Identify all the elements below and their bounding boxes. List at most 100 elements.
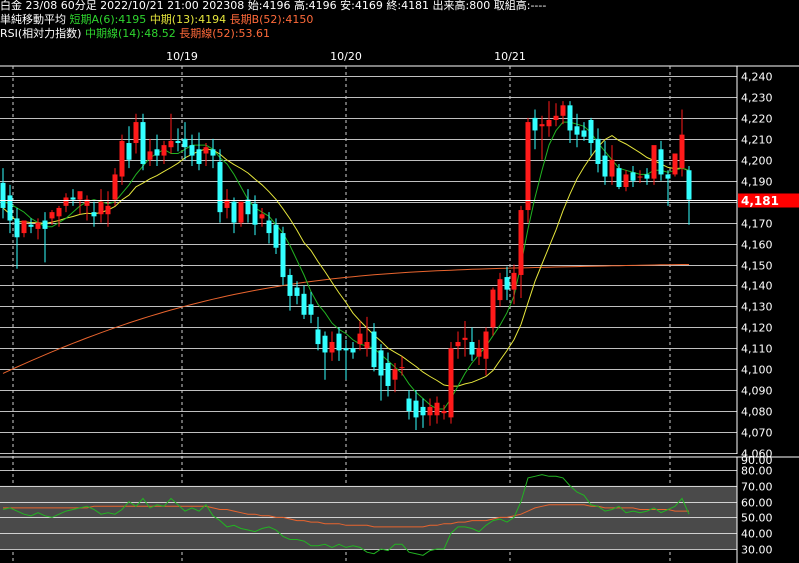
rsi-tick-label: 40.00 xyxy=(741,528,773,541)
candle-body-down xyxy=(343,348,349,351)
candle-body-up xyxy=(98,201,104,215)
candle-body-down xyxy=(266,220,272,234)
date-tick-label: 10/21 xyxy=(494,50,526,63)
candle-body-down xyxy=(595,138,601,164)
candle-body-up xyxy=(434,402,440,416)
candle-body-up xyxy=(448,348,454,418)
candle-body-down xyxy=(420,406,426,416)
candle-body-down xyxy=(588,119,594,144)
candle-body-up xyxy=(238,201,244,223)
candle-body-down xyxy=(140,122,146,164)
candle-body-up xyxy=(476,348,482,357)
candle-body-down xyxy=(182,138,188,148)
candle-body-down xyxy=(532,117,538,131)
candle-body-up xyxy=(651,145,657,179)
candle-body-up xyxy=(49,212,55,219)
candle-body-down xyxy=(350,348,356,353)
candle-body-down xyxy=(287,274,293,296)
candle-body-up xyxy=(399,367,405,369)
candle-body-up xyxy=(525,122,531,211)
candle-body-down xyxy=(7,195,13,221)
candle-body-up xyxy=(483,331,489,359)
price-tick-label: 4,120 xyxy=(741,322,773,335)
candle-body-down xyxy=(210,149,216,156)
candle-body-down xyxy=(336,333,342,351)
candle-body-up xyxy=(511,272,517,290)
candle-body-down xyxy=(469,341,475,355)
candle-body-down xyxy=(196,149,202,164)
price-tick-label: 4,110 xyxy=(741,343,773,356)
candle-body-down xyxy=(175,140,181,144)
candle-body-down xyxy=(322,335,328,353)
candle-body-up xyxy=(203,147,209,154)
candle-body-down xyxy=(301,293,307,315)
candle-body-down xyxy=(686,170,692,200)
candle-body-down xyxy=(567,105,573,131)
candle-body-up xyxy=(609,159,615,177)
chart-canvas[interactable]: 4,0604,0704,0804,0904,1004,1104,1204,130… xyxy=(0,0,799,563)
candle-body-down xyxy=(273,224,279,248)
rsi-tick-label: 60.00 xyxy=(741,497,773,510)
candle-body-up xyxy=(623,174,629,188)
price-tick-label: 4,230 xyxy=(741,92,773,105)
candle-body-up xyxy=(497,279,503,301)
candle-body-up xyxy=(672,153,678,175)
candle-body-down xyxy=(308,304,314,315)
candle-body-up xyxy=(77,191,83,200)
candle-body-up xyxy=(427,406,433,416)
price-tick-label: 4,190 xyxy=(741,176,773,189)
price-tick-label: 4,200 xyxy=(741,155,773,168)
candle-body-down xyxy=(581,130,587,137)
candle-body-down xyxy=(42,220,48,229)
rsi-tick-label: 50.00 xyxy=(741,512,773,525)
price-tick-label: 4,100 xyxy=(741,364,773,377)
candle-body-down xyxy=(0,182,6,208)
price-tick-label: 4,130 xyxy=(741,301,773,314)
candle-body-down xyxy=(665,174,671,179)
rsi-tick-label: 30.00 xyxy=(741,544,773,557)
candle-body-down xyxy=(70,197,76,200)
candle-body-down xyxy=(231,201,237,223)
price-tick-label: 4,210 xyxy=(741,134,773,147)
date-tick-label: 10/20 xyxy=(330,50,362,63)
candle-body-up xyxy=(539,124,545,127)
candle-body-down xyxy=(378,350,384,376)
candle-body-up xyxy=(462,337,468,340)
price-tick-label: 4,140 xyxy=(741,280,773,293)
candle-body-down xyxy=(91,212,97,217)
price-tick-label: 4,220 xyxy=(741,113,773,126)
candle-body-down xyxy=(189,145,195,156)
candle-body-down xyxy=(406,398,412,412)
candle-body-down xyxy=(644,174,650,179)
candle-body-up xyxy=(161,145,167,156)
price-tick-label: 4,150 xyxy=(741,260,773,273)
candle-body-up xyxy=(105,205,111,215)
candle-body-up xyxy=(560,105,566,116)
candle-body-down xyxy=(245,199,251,215)
candle-body-down xyxy=(630,172,636,181)
candle-body-up xyxy=(329,341,335,353)
candle-body-up xyxy=(133,122,139,144)
candle-body-down xyxy=(280,233,286,278)
candle-body-up xyxy=(637,176,643,178)
candle-body-up xyxy=(357,333,363,345)
candle-body-up xyxy=(518,210,524,275)
candle-body-down xyxy=(315,329,321,345)
price-tick-label: 4,160 xyxy=(741,239,773,252)
candle-body-down xyxy=(504,277,510,290)
price-tick-label: 4,170 xyxy=(741,218,773,231)
candle-body-up xyxy=(259,214,265,219)
candle-body-down xyxy=(602,155,608,177)
candle-body-down xyxy=(616,168,622,188)
price-tick-label: 4,080 xyxy=(741,406,773,419)
candle-body-up xyxy=(63,197,69,206)
candle-body-up xyxy=(56,207,62,217)
candle-body-up xyxy=(147,151,153,160)
candle-body-up xyxy=(441,411,447,414)
price-tick-label: 4,070 xyxy=(741,427,773,440)
candle-body-up xyxy=(490,289,496,328)
candle-body-down xyxy=(658,149,664,175)
candle-body-up xyxy=(112,174,118,200)
rsi-tick-label: 70.00 xyxy=(741,481,773,494)
candle-body-up xyxy=(21,220,27,234)
